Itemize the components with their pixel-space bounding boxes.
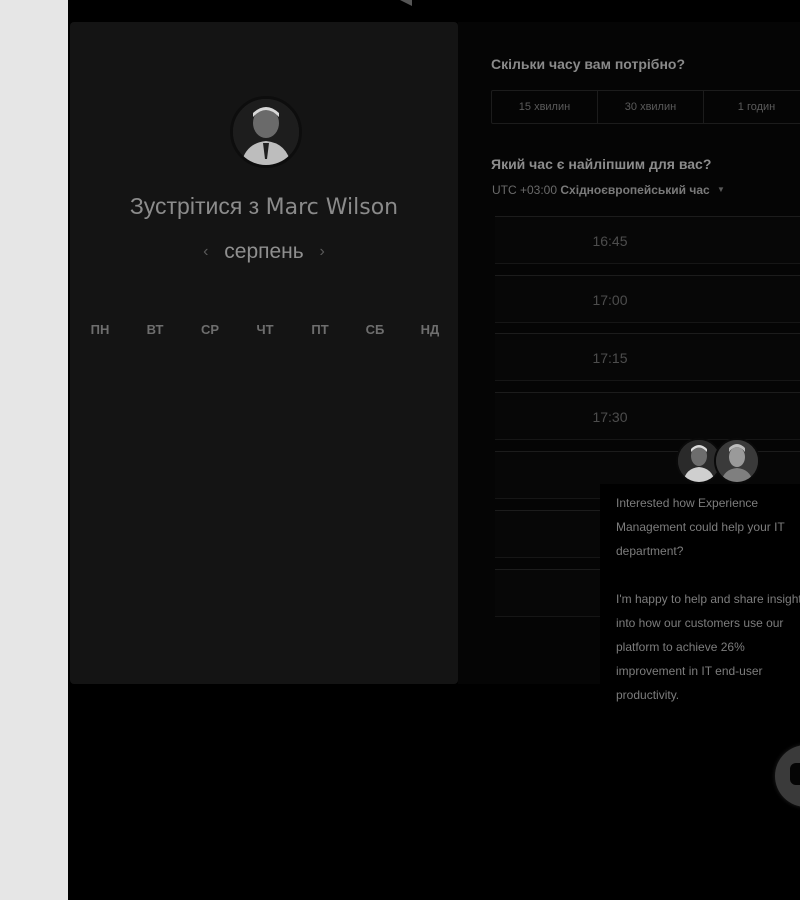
weekday-label: ПТ [311,322,329,337]
caret-down-icon: ▼ [717,185,725,194]
host-name: Marc Wilson [265,195,399,220]
time-slot[interactable]: 17:15 [495,333,800,381]
timezone-selector[interactable]: UTC +03:00 Східноєвропейський час ▼ [492,183,725,197]
time-slot[interactable]: 16:45 [495,216,800,264]
weekday-label: ПН [90,322,110,337]
duration-question: Скільки часу вам потрібно? [491,56,686,72]
chat-bubble-glyph [790,763,800,785]
weekday-label: НД [420,322,440,337]
time-slot-label: 16:45 [592,233,628,249]
time-slot-label: 17:15 [592,350,628,366]
duration-option-60[interactable]: 1 годин [704,91,800,123]
chat-message: Interested how Experience Management cou… [616,491,800,707]
weekday-label: СБ [365,322,385,337]
agent-avatar [714,438,760,484]
month-navigator: ‹ серпень › [70,240,458,264]
time-slot-label: 17:30 [592,409,628,425]
chat-message-paragraph: I'm happy to help and share insight into… [616,592,800,702]
timezone-offset: UTC +03:00 [492,183,558,197]
host-card: Зустрітися з Marc Wilson ‹ серпень › ПН … [70,22,458,684]
meeting-prefix: Зустрітися з [129,193,260,219]
time-question: Який час є найліпшим для вас? [491,156,712,172]
month-label: серпень [224,240,304,263]
timezone-name: Східноєвропейський час [560,183,710,197]
duration-option-30[interactable]: 30 хвилин [598,91,704,123]
time-slot-label: 17:00 [592,292,628,308]
duration-option-15[interactable]: 15 хвилин [492,91,598,123]
chevron-left-icon[interactable]: ‹ [192,243,220,261]
time-slot[interactable]: 17:00 [495,275,800,323]
chevron-right-icon[interactable]: › [308,243,336,261]
pointer-arrow-icon [388,0,412,6]
weekday-label: СР [200,322,220,337]
weekday-label: ЧТ [256,322,274,337]
time-slot[interactable]: 17:30 [495,392,800,440]
meeting-title: Зустрітися з Marc Wilson [70,193,458,220]
chat-agent-avatars [676,438,760,488]
weekday-label: ВТ [146,322,164,337]
host-avatar [230,96,302,168]
chat-message-paragraph: Interested how Experience Management cou… [616,496,785,558]
duration-selector: 15 хвилин 30 хвилин 1 годин [491,90,800,124]
